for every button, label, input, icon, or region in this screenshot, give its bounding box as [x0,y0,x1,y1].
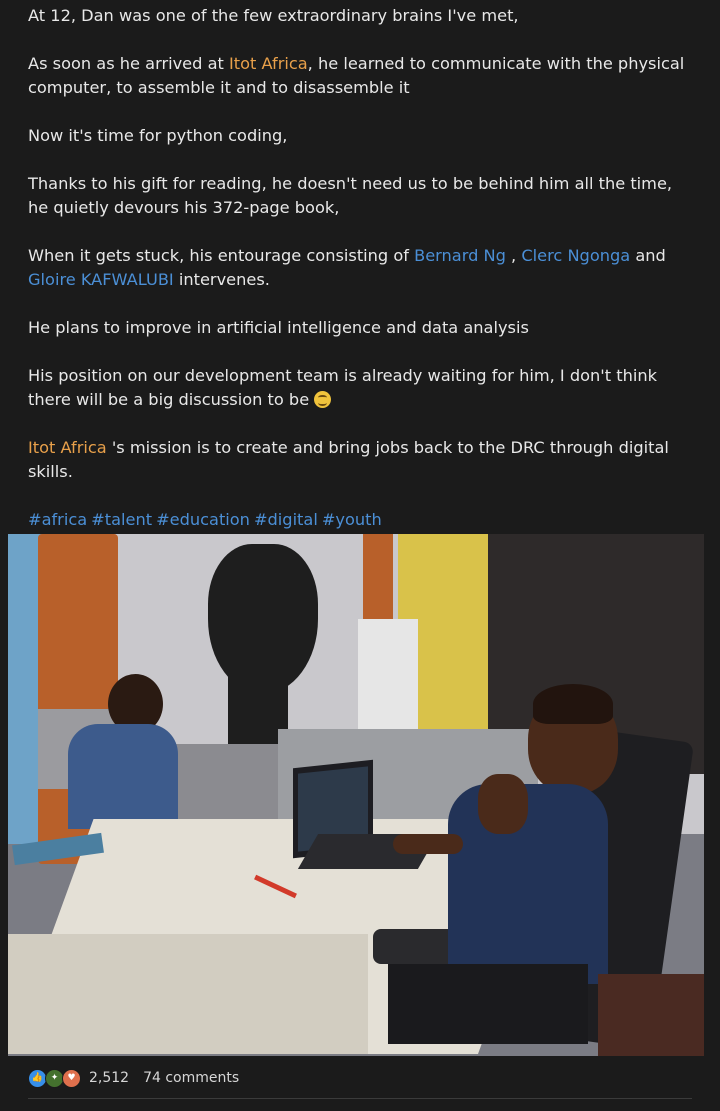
post-paragraph-2-text: As soon as he arrived at [28,54,229,73]
hashtag-link[interactable]: #youth [322,510,382,529]
post-paragraph-5-text: When it gets stuck, his entourage consis… [28,246,415,265]
post-photo[interactable] [8,534,704,1056]
post-paragraph-6: He plans to improve in artificial intell… [28,318,529,337]
org-mention-link[interactable]: Itot Africa [28,438,107,457]
comments-count-link[interactable]: 74 comments [143,1070,239,1086]
post-text: At 12, Dan was one of the few extraordin… [28,0,692,532]
person-mention-link[interactable]: Bernard Ng [414,246,506,265]
separator-text: , [505,246,522,265]
post-paragraph-1: At 12, Dan was one of the few extraordin… [28,6,519,25]
hashtag-link[interactable]: #digital [254,510,318,529]
smiling-halo-emoji-icon [314,391,332,408]
hashtag-link[interactable]: #africa [28,510,87,529]
post-paragraph-5-text-end: intervenes. [173,270,270,289]
post-paragraph-8-text: 's mission is to create and bring jobs b… [28,438,669,481]
post-paragraph-2: As soon as he arrived at Itot Africa, he… [28,52,692,100]
reaction-count[interactable]: 2,512 [89,1070,129,1086]
person-mention-link[interactable]: Clerc Ngonga [521,246,630,265]
org-mention-link[interactable]: Itot Africa [229,54,308,73]
person-mention-link[interactable]: Gloire KAFWALUBI [28,270,174,289]
post-paragraph-3: Now it's time for python coding, [28,126,288,145]
post-paragraph-8: Itot Africa 's mission is to create and … [28,436,692,484]
post-paragraph-7-text: His position on our development team is … [28,366,657,409]
separator-text: and [630,246,666,265]
post-paragraph-4: Thanks to his gift for reading, he doesn… [28,174,673,217]
love-reaction-icon: ♥ [62,1068,81,1088]
footer-divider [28,1098,692,1099]
post-paragraph-5: When it gets stuck, his entourage consis… [28,244,692,292]
post-paragraph-7: His position on our development team is … [28,364,692,412]
hashtag-list: #africa #talent #education #digital #youth [28,508,692,532]
hashtag-link[interactable]: #education [156,510,250,529]
social-counts-bar: 👍 ✦ ♥ 2,512 74 comments [28,1066,239,1090]
hashtag-link[interactable]: #talent [91,510,152,529]
